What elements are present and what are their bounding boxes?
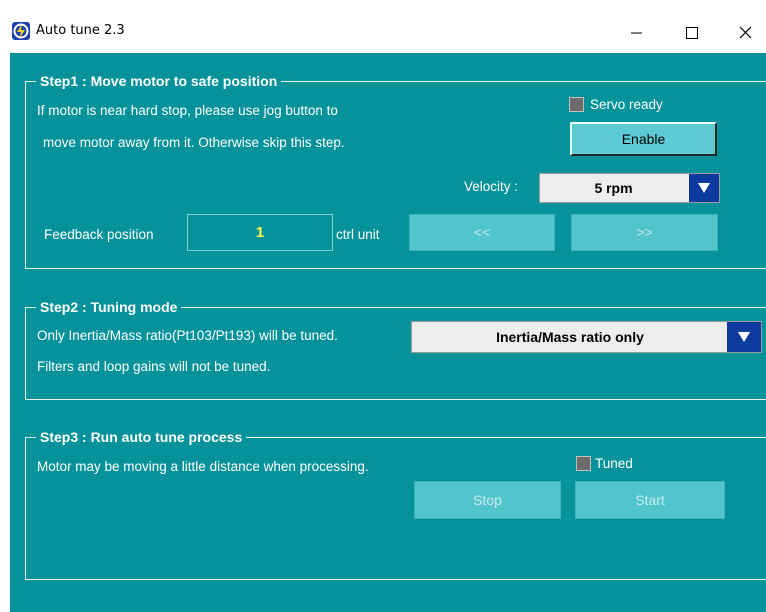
tuned-checkbox[interactable] [576,456,591,471]
velocity-select[interactable]: 5 rpm [539,173,720,203]
title-bar: Auto tune 2.3 [0,0,766,53]
step1-title: Step1 : Move motor to safe position [36,72,282,90]
close-button[interactable] [722,14,766,50]
close-icon [739,26,752,39]
jog-backward-label: << [473,224,491,240]
tuning-mode-dropdown-arrow[interactable] [727,322,761,352]
jog-forward-label: >> [636,224,653,240]
velocity-label: Velocity : [464,179,519,194]
start-button-label: Start [635,492,665,508]
stop-button[interactable]: Stop [414,481,561,519]
jog-forward-button[interactable]: >> [571,214,718,251]
feedback-position-label: Feedback position [44,227,154,242]
step3-group: Step3 : Run auto tune process Motor may … [25,428,766,580]
maximize-icon [686,27,698,39]
step1-group: Step1 : Move motor to safe position If m… [25,72,766,269]
minimize-button[interactable] [614,14,660,50]
chevron-down-icon [738,332,750,342]
window-title: Auto tune 2.3 [36,23,125,38]
maximize-button[interactable] [668,14,714,50]
app-icon [12,22,30,40]
step3-line1: Motor may be moving a little distance wh… [37,459,369,474]
step2-title: Step2 : Tuning mode [36,298,182,316]
step2-group: Step2 : Tuning mode Only Inertia/Mass ra… [25,298,766,400]
unit-label: ctrl unit [336,227,380,242]
minimize-icon [631,32,642,34]
enable-button[interactable]: Enable [570,122,717,156]
chevron-down-icon [698,183,710,193]
step1-line1: If motor is near hard stop, please use j… [37,103,338,118]
start-button[interactable]: Start [575,481,725,519]
jog-backward-button[interactable]: << [409,214,555,251]
velocity-value: 5 rpm [594,180,633,196]
tuned-label: Tuned [595,456,633,471]
step2-line1: Only Inertia/Mass ratio(Pt103/Pt193) wil… [37,328,338,343]
stop-button-label: Stop [473,492,502,508]
servo-ready-label: Servo ready [590,97,663,112]
servo-ready-checkbox[interactable] [569,97,584,112]
step1-line2: move motor away from it. Otherwise skip … [43,135,345,150]
tuning-mode-value: Inertia/Mass ratio only [496,329,644,345]
enable-button-label: Enable [621,131,666,147]
feedback-position-number: 1 [255,224,265,241]
feedback-position-value: 1 [187,214,333,251]
window-content: Step1 : Move motor to safe position If m… [10,53,766,612]
step2-line2: Filters and loop gains will not be tuned… [37,359,271,374]
tuning-mode-select[interactable]: Inertia/Mass ratio only [411,321,762,353]
step3-title: Step3 : Run auto tune process [36,428,247,446]
velocity-dropdown-arrow[interactable] [689,174,719,202]
